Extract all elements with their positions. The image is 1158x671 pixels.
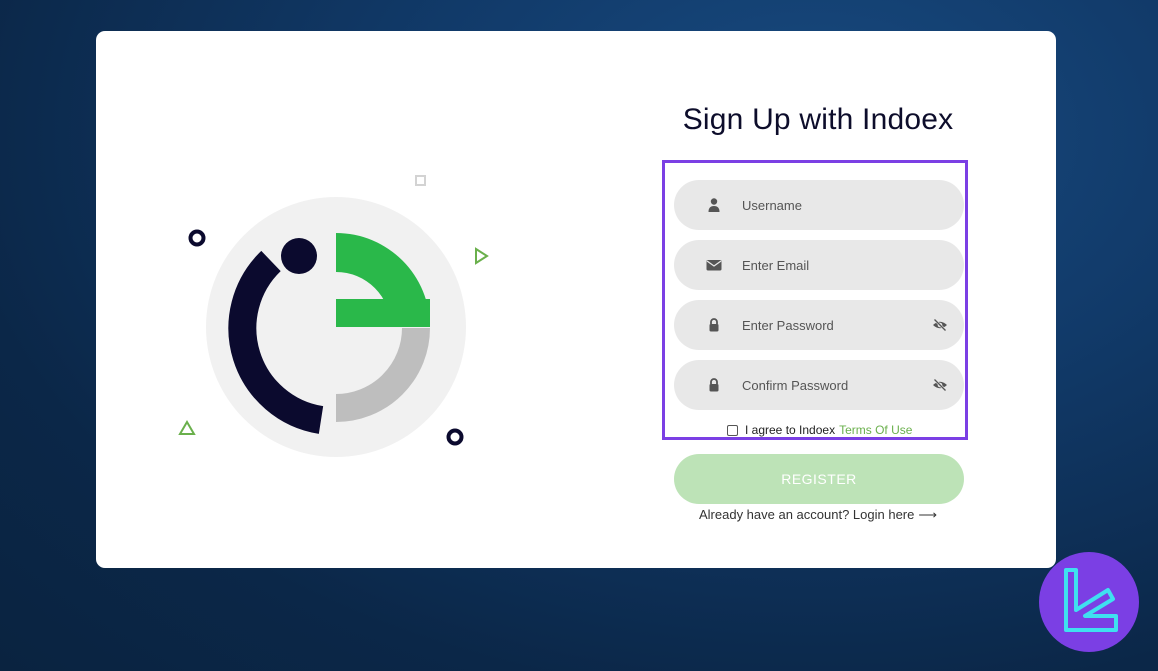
login-prompt: Already have an account? Login here bbox=[698, 507, 915, 522]
terms-row: I agree to Indoex Terms Of Use bbox=[727, 422, 912, 438]
terms-label: I agree to Indoex bbox=[745, 423, 836, 437]
decor-ring-bottom bbox=[446, 428, 464, 446]
lock-icon bbox=[706, 377, 722, 393]
arrow-right-icon: ⟶ bbox=[918, 507, 938, 522]
terms-checkbox[interactable] bbox=[727, 424, 738, 436]
user-icon bbox=[706, 197, 722, 213]
username-field[interactable] bbox=[674, 180, 964, 230]
indoex-logo-illustration bbox=[178, 175, 489, 457]
confirm-password-input[interactable] bbox=[742, 360, 922, 410]
confirm-password-field[interactable] bbox=[674, 360, 964, 410]
decor-triangle-right bbox=[475, 247, 489, 265]
password-input[interactable] bbox=[742, 300, 922, 350]
username-input[interactable] bbox=[742, 180, 922, 230]
logo-dot bbox=[281, 238, 317, 274]
lock-icon bbox=[706, 317, 722, 333]
decor-triangle-left bbox=[178, 420, 196, 435]
email-input[interactable] bbox=[742, 240, 922, 290]
logo-green-bar bbox=[336, 299, 430, 327]
register-button[interactable]: REGISTER bbox=[674, 454, 964, 504]
eye-slash-icon[interactable] bbox=[932, 317, 948, 333]
login-link[interactable]: Already have an account? Login here ⟶ bbox=[656, 507, 980, 523]
envelope-icon bbox=[706, 257, 722, 273]
decor-square bbox=[415, 175, 426, 186]
page-title: Sign Up with Indoex bbox=[682, 103, 954, 136]
terms-of-use-link[interactable]: Terms Of Use bbox=[839, 423, 912, 437]
eye-slash-icon[interactable] bbox=[932, 377, 948, 393]
email-field[interactable] bbox=[674, 240, 964, 290]
decor-ring-left bbox=[188, 229, 206, 247]
signup-card: Sign Up with Indoex I agree to In bbox=[96, 31, 1056, 568]
password-field[interactable] bbox=[674, 300, 964, 350]
brand-badge-icon bbox=[1039, 552, 1139, 652]
